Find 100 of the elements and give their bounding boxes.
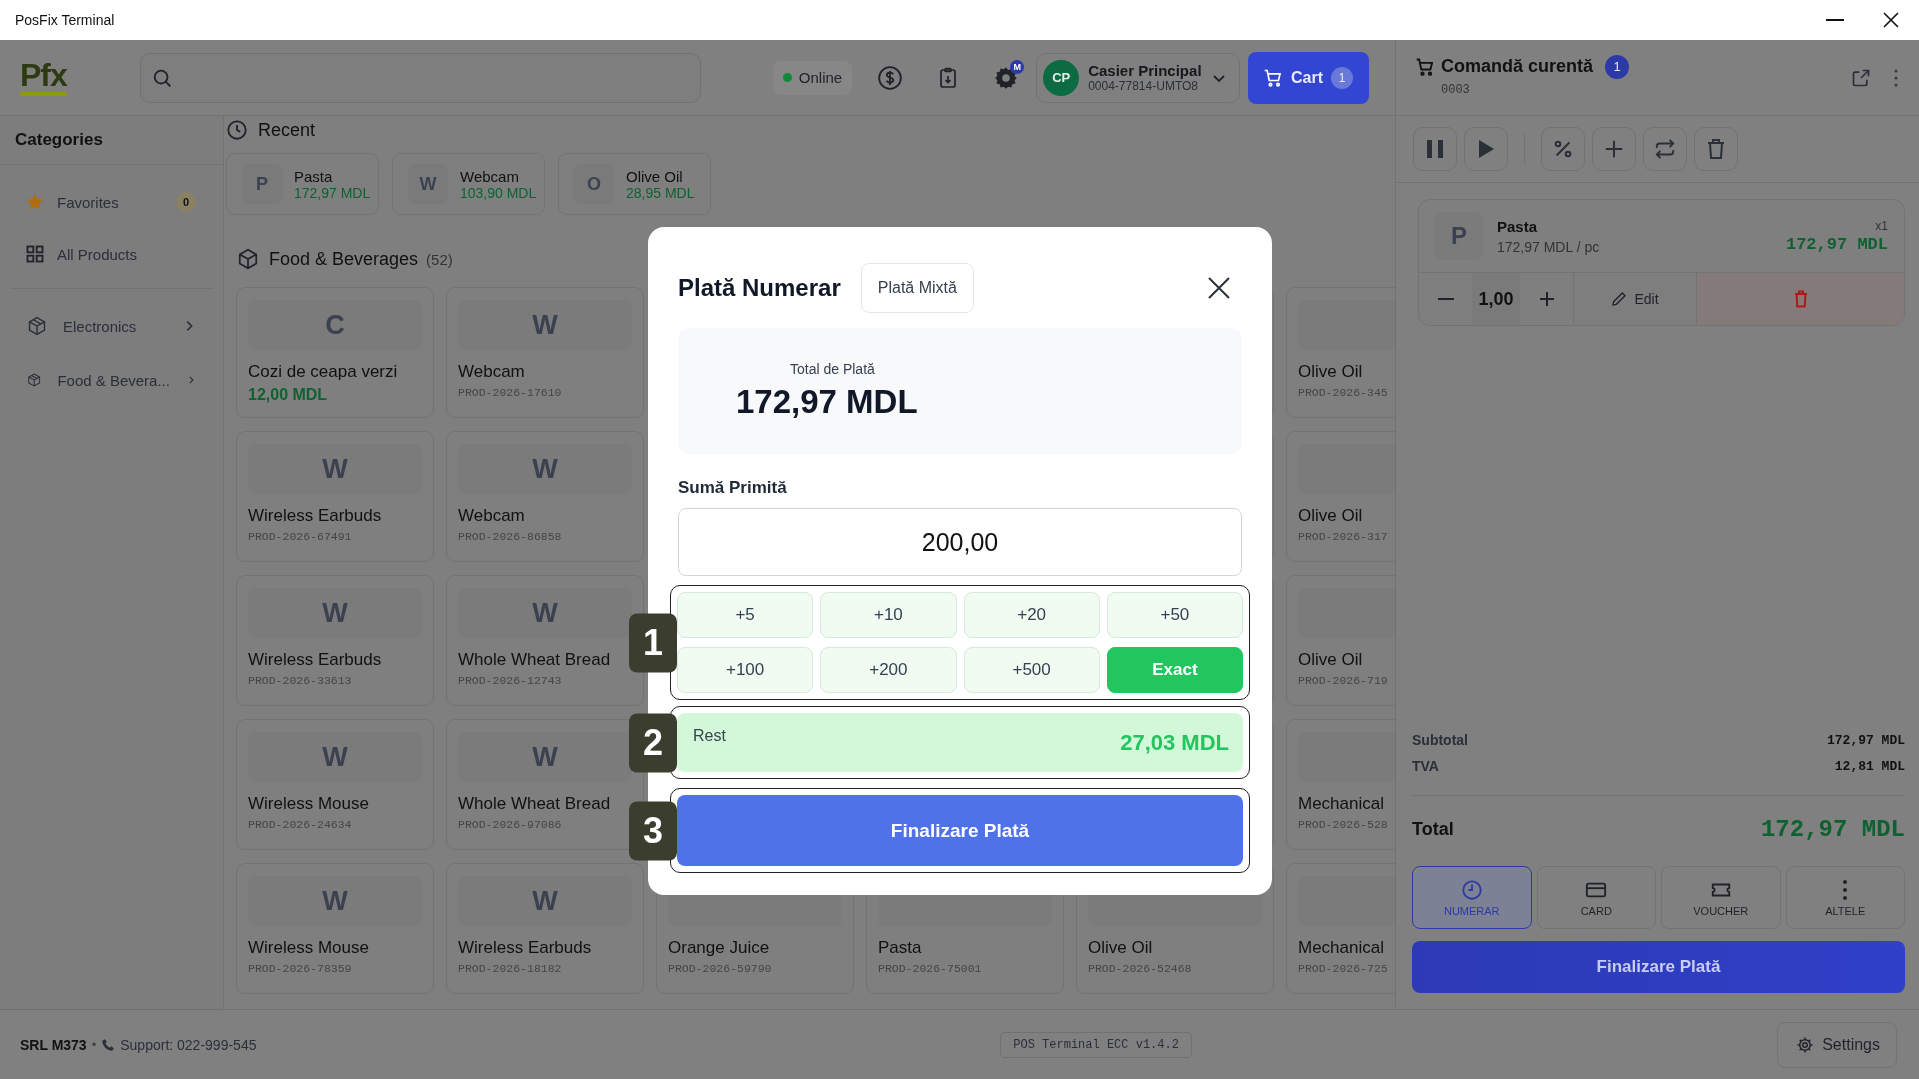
product-card[interactable]: W Whole Wheat Bread PROD-2026-97086: [446, 719, 644, 850]
product-initial: O: [574, 164, 614, 204]
payment-method-tab[interactable]: NUMERAR: [1412, 866, 1532, 929]
product-sku: PROD-2026-97086: [458, 818, 563, 831]
product-initial: W: [408, 164, 448, 204]
recent-product-card[interactable]: O Olive Oil 28,95 MDL: [558, 153, 711, 215]
quick-amount-button[interactable]: +200: [820, 647, 957, 693]
product-name: Olive Oil: [1298, 650, 1364, 670]
section-title: Recent: [258, 119, 316, 141]
kebab-icon: [1842, 878, 1849, 901]
product-sku: PROD-2026-67491: [248, 530, 353, 543]
product-initial: W: [532, 309, 558, 341]
quick-amount-button[interactable]: +100: [677, 647, 814, 693]
product-card[interactable]: W Wireless Earbuds PROD-2026-33613: [236, 575, 434, 706]
product-card[interactable]: Olive Oil PROD-2026-345: [1286, 287, 1395, 418]
clock-icon: [226, 119, 248, 141]
product-card[interactable]: W Webcam PROD-2026-86858: [446, 431, 644, 562]
cart-icon: [1415, 56, 1435, 77]
product-card[interactable]: W Wireless Mouse PROD-2026-24634: [236, 719, 434, 850]
close-button[interactable]: [1206, 275, 1232, 301]
add-button[interactable]: [1592, 127, 1636, 171]
more-button[interactable]: [1893, 67, 1899, 88]
repeat-icon: [1654, 138, 1676, 160]
product-card[interactable]: Mechanical PROD-2026-725: [1286, 863, 1395, 994]
product-card[interactable]: Olive Oil PROD-2026-719: [1286, 575, 1395, 706]
product-name: Pasta: [294, 167, 334, 185]
discount-button[interactable]: [1541, 127, 1585, 171]
settings-button[interactable]: Settings: [1777, 1021, 1897, 1068]
quantity-field[interactable]: 1,00: [1472, 273, 1520, 325]
resume-button[interactable]: [1464, 127, 1508, 171]
change-label: Rest: [693, 727, 726, 745]
payment-method-tab[interactable]: VOUCHER: [1661, 866, 1781, 929]
user-name: Casier Principal: [1088, 62, 1202, 79]
recent-product-card[interactable]: W Webcam 103,90 MDL: [392, 153, 545, 215]
product-sku: PROD-2026-17610: [458, 386, 563, 399]
product-name: Orange Juice: [668, 938, 771, 958]
finalize-payment-button[interactable]: Finalizare Plată: [1412, 941, 1905, 993]
sidebar-title: Categories: [0, 116, 223, 165]
sidebar-item[interactable]: Favorites 0: [0, 176, 223, 228]
search-field[interactable]: [139, 52, 701, 103]
recent-product-card[interactable]: P Pasta 172,97 MDL: [226, 153, 379, 215]
product-card[interactable]: C Cozi de ceapa verzi 12,00 MDL: [236, 287, 434, 418]
clear-button[interactable]: [1694, 127, 1738, 171]
separator-dot: •: [91, 1037, 97, 1052]
quick-amount-button[interactable]: +50: [1106, 592, 1243, 638]
product-name: Wireless Mouse: [248, 938, 370, 958]
total-label: TVA: [1412, 758, 1439, 774]
product-name: Pasta: [1497, 217, 1539, 235]
product-card[interactable]: W Wireless Mouse PROD-2026-78359: [236, 863, 434, 994]
product-card[interactable]: Olive Oil PROD-2026-317: [1286, 431, 1395, 562]
cart-button[interactable]: Cart 1: [1247, 51, 1369, 104]
product-initial: W: [322, 597, 348, 629]
sidebar-label: Food & Bevera...: [57, 371, 170, 389]
open-external-button[interactable]: [1851, 67, 1871, 88]
product-card[interactable]: W Wireless Earbuds PROD-2026-67491: [236, 431, 434, 562]
payment-method-tab[interactable]: ALTELE: [1785, 866, 1905, 929]
product-initial: W: [532, 453, 558, 485]
pause-button[interactable]: [1413, 127, 1457, 171]
quick-amount-button[interactable]: +20: [963, 592, 1100, 638]
sidebar-item[interactable]: All Products: [0, 228, 223, 280]
step-badge: 3: [629, 801, 677, 860]
product-card[interactable]: W Wireless Earbuds PROD-2026-18182: [446, 863, 644, 994]
product-name: Pasta: [878, 938, 923, 958]
product-card[interactable]: W Webcam PROD-2026-17610: [446, 287, 644, 418]
pause-icon: [1425, 138, 1445, 160]
quick-amount-button[interactable]: +500: [963, 647, 1100, 693]
user-menu[interactable]: CP Casier Principal 0004-77814-UMTO8: [1036, 52, 1240, 103]
quick-amount-button[interactable]: +5: [677, 592, 814, 638]
product-card[interactable]: W Whole Wheat Bread PROD-2026-12743: [446, 575, 644, 706]
amount-received-field[interactable]: 200,00: [678, 508, 1242, 576]
product-initial: W: [322, 885, 348, 917]
sidebar-label: Favorites: [57, 193, 120, 211]
product-sku: PROD-2026-59790: [668, 962, 773, 975]
notification-badge: M: [1010, 59, 1025, 74]
payment-method-tab[interactable]: CARD: [1536, 866, 1656, 929]
count-badge: 0: [176, 192, 196, 212]
sidebar-item[interactable]: Food & Bevera...: [0, 353, 223, 407]
product-name: Webcam: [458, 362, 526, 382]
swap-button[interactable]: [1643, 127, 1687, 171]
finalize-payment-button[interactable]: Finalizare Plată: [677, 795, 1243, 866]
edit-button[interactable]: Edit: [1573, 273, 1697, 325]
product-initial: C: [325, 309, 345, 341]
support-phone: Support: 022-999-545: [120, 1036, 257, 1053]
grid-icon: [25, 244, 45, 264]
quick-amount-button[interactable]: +10: [820, 592, 957, 638]
percent-icon: [1552, 138, 1574, 160]
company-name: SRL M373: [20, 1036, 87, 1053]
total-label: Subtotal: [1412, 732, 1468, 748]
mixed-payment-tab[interactable]: Plată Mixtă: [860, 263, 974, 313]
settings-button[interactable]: M: [986, 57, 1027, 98]
product-sku: PROD-2026-12743: [458, 674, 563, 687]
product-count: (52): [426, 250, 453, 268]
product-sku: PROD-2026-52468: [1088, 962, 1193, 975]
pencil-icon: [1611, 291, 1628, 307]
product-initial: W: [532, 597, 558, 629]
product-card[interactable]: Mechanical PROD-2026-528: [1286, 719, 1395, 850]
product-sku: PROD-2026-24634: [248, 818, 353, 831]
product-initial: W: [322, 741, 348, 773]
product-sku: PROD-2026-18182: [458, 962, 563, 975]
sidebar-item[interactable]: Electronics: [0, 299, 223, 353]
